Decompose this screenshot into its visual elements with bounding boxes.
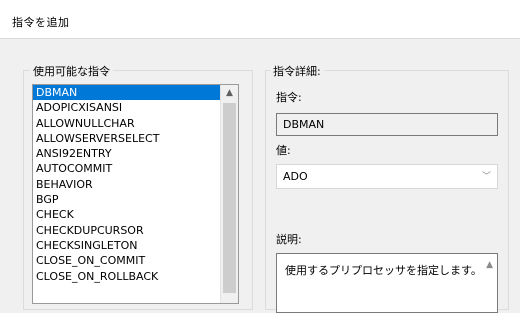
chevron-down-icon[interactable]: ﹀ — [482, 166, 491, 189]
directive-list-item[interactable]: ANSI92ENTRY — [33, 146, 221, 161]
directives-listbox[interactable]: DBMAN ADOPICXISANSI ALLOWNULLCHAR ALLOWSERV… — [32, 84, 239, 304]
directive-list-item[interactable]: CLOSE_ON_ROLLBACK — [33, 269, 221, 284]
directive-list-item[interactable]: ADOPICXISANSI — [33, 100, 221, 115]
directive-list-item[interactable]: DBMAN — [33, 85, 221, 101]
directive-label: 指令: — [276, 91, 302, 104]
directive-details-legend: 指令詳細: — [270, 63, 324, 79]
directive-list-item[interactable]: ALLOWNULLCHAR — [33, 116, 221, 131]
directive-list-item[interactable]: CHECK — [33, 207, 221, 222]
description-scroll-up-icon[interactable]: ▲ — [486, 260, 493, 270]
directive-list-item[interactable]: BEHAVIOR — [33, 177, 221, 192]
directives-list: DBMAN ADOPICXISANSI ALLOWNULLCHAR ALLOWSERV… — [33, 85, 221, 284]
scroll-thumb[interactable] — [223, 103, 236, 293]
directive-list-item[interactable]: BGP — [33, 192, 221, 207]
directive-list-item[interactable]: ALLOWSERVERSELECT — [33, 131, 221, 146]
listbox-scrollbar[interactable]: ▲ — [220, 85, 238, 303]
dialog-title: 指令を追加 — [12, 16, 70, 29]
directive-list-item[interactable]: CHECKSINGLETON — [33, 238, 221, 253]
dialog-title-bar: 指令を追加 — [0, 0, 520, 39]
directive-list-item[interactable]: CLOSE_ON_COMMIT — [33, 253, 221, 268]
value-dropdown[interactable]: ADO ﹀ — [276, 164, 498, 189]
directive-list-item[interactable]: AUTOCOMMIT — [33, 161, 221, 176]
description-textbox[interactable]: 使用するプリプロセッサを指定します。 ▲ — [276, 253, 498, 313]
available-directives-legend: 使用可能な指令 — [30, 63, 113, 79]
description-text: 使用するプリプロセッサを指定します。 — [285, 264, 482, 277]
description-label: 説明: — [276, 233, 302, 246]
value-dropdown-selected: ADO — [283, 170, 308, 183]
directive-list-item[interactable]: CHECKDUPCURSOR — [33, 223, 221, 238]
value-label: 値: — [276, 144, 291, 157]
directive-name-field: DBMAN — [276, 113, 498, 136]
scroll-up-arrow-icon[interactable]: ▲ — [221, 85, 238, 102]
